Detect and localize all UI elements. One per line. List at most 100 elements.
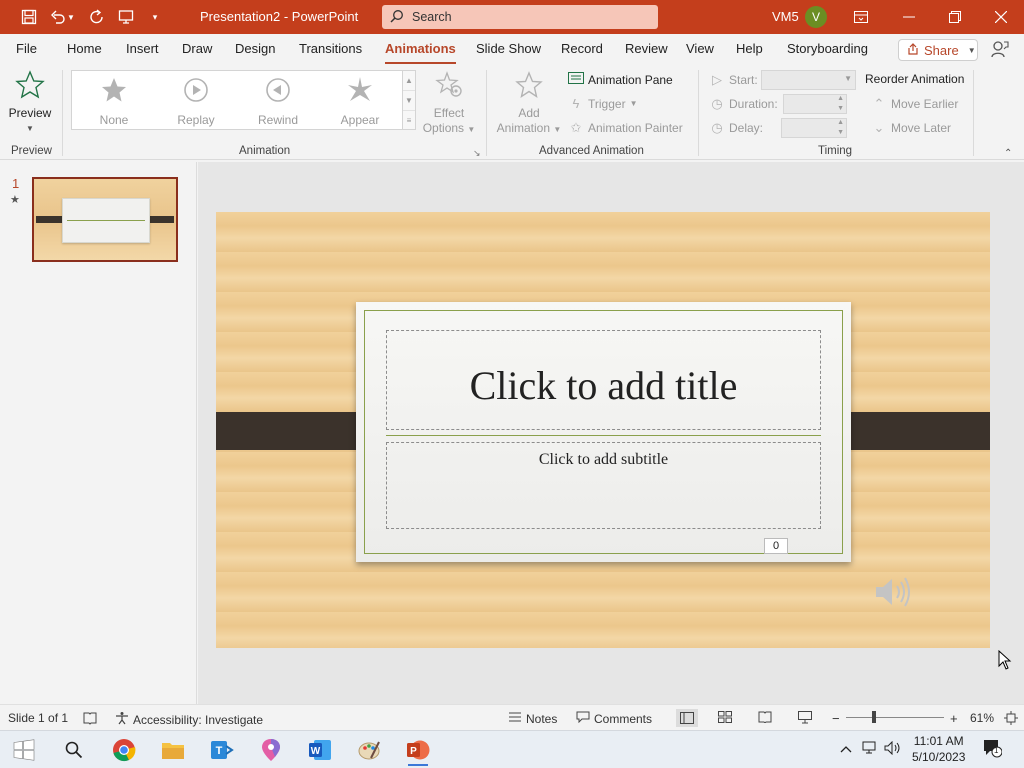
replay-icon: [160, 75, 232, 113]
tab-draw[interactable]: Draw: [182, 41, 212, 56]
share-button[interactable]: Share ▼: [898, 39, 978, 61]
volume-icon[interactable]: [884, 740, 902, 758]
network-icon[interactable]: [862, 741, 878, 758]
slide-number-field[interactable]: 0: [764, 538, 788, 554]
undo-dropdown-icon[interactable]: ▼: [64, 4, 78, 30]
accessibility-button[interactable]: Accessibility: Investigate: [115, 711, 263, 728]
paint-icon[interactable]: [349, 734, 389, 766]
restore-icon[interactable]: [932, 0, 978, 34]
fit-to-window-icon[interactable]: [1004, 711, 1018, 725]
animation-pane-button[interactable]: Animation Pane: [568, 72, 673, 87]
notes-icon: [508, 711, 522, 726]
slide-canvas[interactable]: Click to add title Click to add subtitle…: [216, 212, 990, 648]
customize-quick-access-icon[interactable]: ▾: [142, 4, 168, 30]
preview-button[interactable]: Preview ▼: [6, 70, 54, 136]
share-dropdown-icon: ▼: [967, 45, 976, 55]
move-later-button[interactable]: ⌄ Move Later: [871, 120, 951, 136]
save-icon[interactable]: [16, 4, 42, 30]
animation-painter-button[interactable]: ✩ Animation Painter: [568, 120, 683, 136]
ribbon-display-options-icon[interactable]: [838, 0, 884, 34]
present-icon[interactable]: [113, 4, 139, 30]
gallery-up-icon[interactable]: ▲: [403, 71, 415, 91]
tab-storyboarding[interactable]: Storyboarding: [787, 41, 868, 56]
avatar[interactable]: V: [805, 6, 827, 28]
accessibility-label: Accessibility: Investigate: [133, 712, 264, 727]
comment-icon: [576, 711, 590, 726]
word-icon[interactable]: W: [300, 734, 340, 766]
system-clock[interactable]: 11:01 AM 5/10/2023: [912, 733, 965, 765]
animation-rewind[interactable]: Rewind: [242, 75, 314, 129]
zoom-out-icon[interactable]: −: [832, 711, 840, 726]
tab-view[interactable]: View: [686, 41, 714, 56]
animation-gallery[interactable]: None Replay Rewind Appear: [71, 70, 403, 130]
gallery-down-icon[interactable]: ▼: [403, 91, 415, 111]
windows-start-icon[interactable]: [4, 734, 44, 766]
start-select[interactable]: ▼: [761, 70, 856, 90]
maps-icon[interactable]: [251, 734, 291, 766]
slide-thumbnail[interactable]: [32, 177, 178, 262]
zoom-level[interactable]: 61%: [970, 711, 994, 725]
collapse-ribbon-icon[interactable]: ⌃: [1004, 148, 1012, 159]
comments-button[interactable]: Comments: [576, 711, 652, 726]
tab-record[interactable]: Record: [561, 41, 603, 56]
tab-insert[interactable]: Insert: [126, 41, 159, 56]
group-separator: [486, 70, 487, 156]
reading-view-icon[interactable]: [758, 711, 772, 723]
duration-spinner-icon[interactable]: ▲ ▼: [837, 94, 844, 114]
animation-replay[interactable]: Replay: [160, 75, 232, 129]
rewind-icon: [242, 75, 314, 113]
group-label-advanced-animation: Advanced Animation: [539, 145, 644, 157]
move-earlier-button[interactable]: ⌃ Move Earlier: [871, 96, 959, 112]
zoom-slider-track[interactable]: [846, 717, 944, 718]
duration-label: ◷ Duration:: [709, 96, 778, 112]
notes-label: Notes: [526, 711, 558, 726]
search-box[interactable]: Search: [382, 5, 658, 29]
tab-transitions[interactable]: Transitions: [299, 41, 362, 56]
chrome-icon[interactable]: [104, 734, 144, 766]
notification-center-icon[interactable]: 1: [982, 738, 1003, 761]
zoom-slider-thumb[interactable]: [872, 711, 876, 723]
tab-design[interactable]: Design: [235, 41, 275, 56]
dialog-launcher-icon[interactable]: ↘: [473, 148, 481, 159]
tab-animations[interactable]: Animations: [385, 41, 456, 65]
gallery-more-icon[interactable]: ≡: [403, 111, 415, 131]
tab-slide-show[interactable]: Slide Show: [476, 41, 541, 56]
duration-label-text: Duration:: [729, 97, 778, 111]
comments-pane-icon[interactable]: [990, 40, 1012, 60]
trigger-button[interactable]: ϟ Trigger ▼: [568, 96, 638, 111]
slide-sorter-icon[interactable]: [718, 711, 732, 723]
normal-view-icon[interactable]: [676, 709, 698, 727]
start-dropdown-icon: ▼: [844, 74, 852, 83]
tab-review[interactable]: Review: [625, 41, 668, 56]
tab-file[interactable]: File: [16, 41, 37, 56]
minimize-icon[interactable]: [886, 0, 932, 34]
spell-check-icon[interactable]: [83, 711, 97, 725]
user-name[interactable]: VM5: [772, 9, 799, 24]
gallery-scroll[interactable]: ▲ ▼ ≡: [402, 70, 416, 130]
tab-help[interactable]: Help: [736, 41, 763, 56]
subtitle-placeholder[interactable]: Click to add subtitle: [386, 442, 821, 529]
chevron-up-icon: ⌃: [873, 96, 885, 111]
animation-painter-icon: ✩: [570, 120, 582, 135]
animation-replay-label: Replay: [177, 113, 215, 127]
show-hidden-icons-icon[interactable]: [840, 741, 852, 756]
audio-speaker-icon[interactable]: [872, 574, 912, 610]
effect-options-button[interactable]: Effect Options ▼: [418, 70, 480, 137]
title-placeholder[interactable]: Click to add title: [386, 330, 821, 430]
file-explorer-icon[interactable]: [153, 734, 193, 766]
animation-none[interactable]: None: [78, 75, 150, 129]
delay-spinner-icon[interactable]: ▲ ▼: [837, 118, 844, 138]
close-icon[interactable]: [978, 0, 1024, 34]
teams-icon[interactable]: T: [202, 734, 242, 766]
tab-home[interactable]: Home: [67, 41, 102, 56]
duration-input[interactable]: ▲ ▼: [783, 94, 847, 114]
zoom-in-icon[interactable]: +: [950, 711, 958, 726]
delay-input[interactable]: ▲ ▼: [781, 118, 847, 138]
redo-icon[interactable]: [84, 4, 110, 30]
add-animation-button[interactable]: Add Animation ▼: [494, 70, 564, 137]
search-taskbar-icon[interactable]: [54, 734, 94, 766]
animation-appear[interactable]: Appear: [324, 75, 396, 129]
notes-button[interactable]: Notes: [508, 711, 557, 726]
slide-show-view-icon[interactable]: [798, 711, 812, 724]
powerpoint-icon[interactable]: P: [398, 734, 438, 766]
